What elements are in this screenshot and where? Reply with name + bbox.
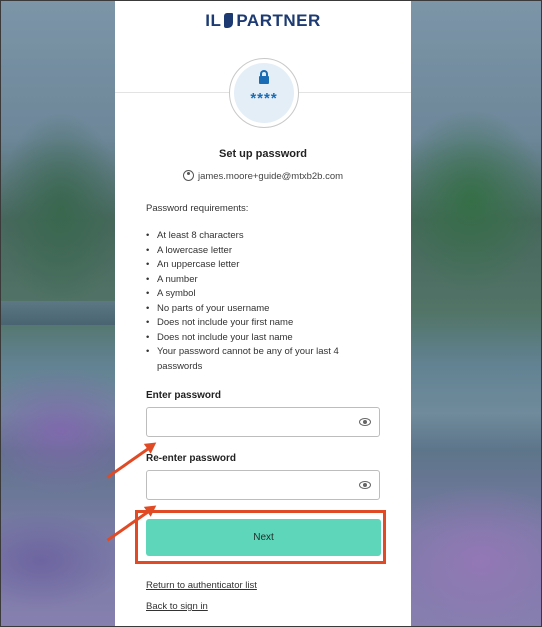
confirm-password-input[interactable] — [153, 476, 347, 494]
requirement-item: Does not include your last name — [146, 331, 386, 346]
requirement-item: A number — [146, 273, 386, 288]
unlocked-padlock-icon — [259, 70, 269, 84]
requirement-item: Does not include your first name — [146, 316, 386, 331]
logo-text-left: IL — [205, 11, 222, 30]
password-input[interactable] — [153, 413, 347, 431]
username-text: james.moore+guide@mtxb2b.com — [197, 171, 344, 182]
logo-text-right: PARTNER — [236, 11, 321, 30]
user-icon — [182, 170, 194, 181]
username-display: james.moore+guide@mtxb2b.com — [115, 170, 411, 182]
password-label: Enter password — [146, 390, 222, 401]
requirement-item: An uppercase letter — [146, 258, 386, 273]
confirm-password-field[interactable] — [146, 470, 380, 500]
next-button[interactable]: Next — [146, 519, 381, 556]
requirement-item: A symbol — [146, 287, 386, 302]
password-authenticator-badge: **** — [229, 58, 299, 128]
password-field[interactable] — [146, 407, 380, 437]
screenshot-frame: IL PARTNER **** Set up password james.moo… — [0, 0, 542, 627]
confirm-password-label: Re-enter password — [146, 453, 237, 464]
requirement-item: At least 8 characters — [146, 229, 386, 244]
show-password-eye-icon[interactable] — [359, 418, 371, 426]
masked-password-icon: **** — [250, 90, 278, 107]
requirements-list: At least 8 characters A lowercase letter… — [146, 229, 386, 374]
requirement-item: No parts of your username — [146, 302, 386, 317]
return-to-authenticator-list-link[interactable]: Return to authenticator list — [146, 580, 257, 591]
requirements-heading: Password requirements: — [146, 203, 249, 214]
show-confirm-password-eye-icon[interactable] — [359, 481, 371, 489]
illinois-state-icon — [224, 13, 234, 28]
sign-in-card: IL PARTNER **** Set up password james.moo… — [115, 1, 411, 626]
requirement-item: Your password cannot be any of your last… — [146, 345, 386, 374]
page-title: Set up password — [218, 148, 308, 160]
il-partner-logo: IL PARTNER — [115, 11, 411, 31]
back-to-sign-in-link[interactable]: Back to sign in — [146, 601, 208, 612]
requirement-item: A lowercase letter — [146, 244, 386, 259]
